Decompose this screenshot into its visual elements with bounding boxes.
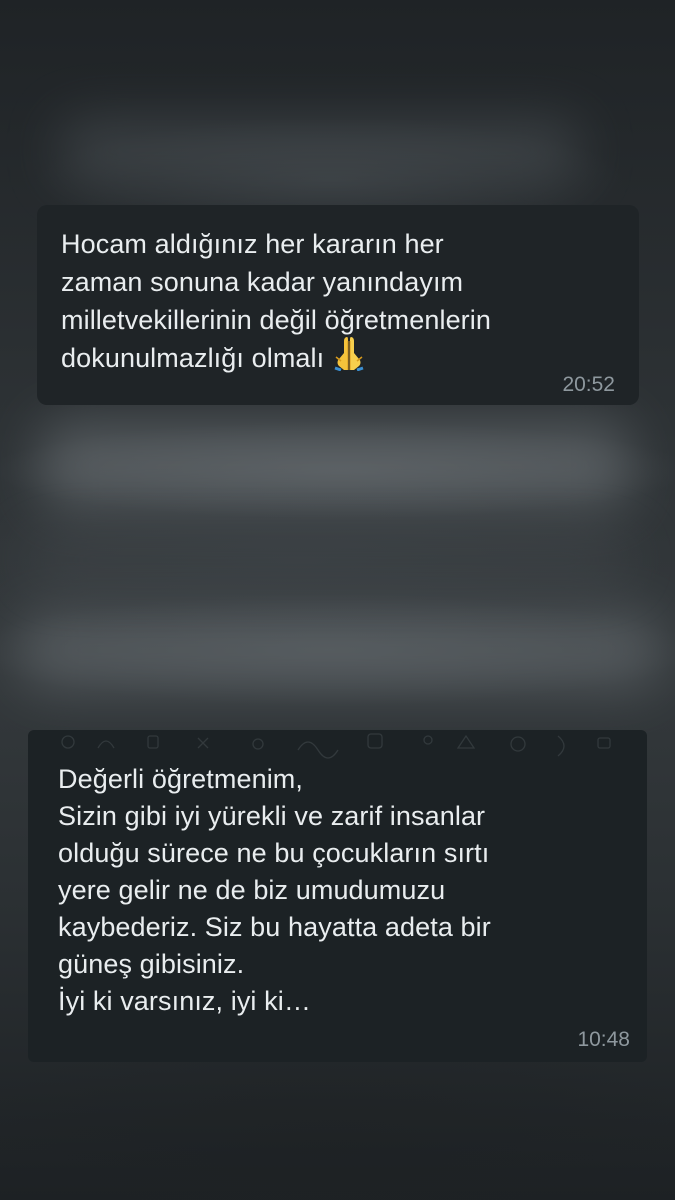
message-bubble[interactable]: Hocam aldığınız her kararın her zaman so… xyxy=(37,205,639,405)
folded-hands-icon xyxy=(332,333,366,381)
message-text: Değerli öğretmenim, Sizin gibi iyi yürek… xyxy=(58,764,491,1016)
blurred-message-shape xyxy=(60,120,580,180)
message-text: Hocam aldığınız her kararın her zaman so… xyxy=(61,225,615,381)
blurred-message-shape xyxy=(20,610,660,690)
message-timestamp: 10:48 xyxy=(577,1028,630,1051)
blurred-message-shape xyxy=(30,540,630,580)
blurred-message-shape xyxy=(40,420,630,510)
message-bubble[interactable]: Değerli öğretmenim, Sizin gibi iyi yürek… xyxy=(28,730,647,1062)
chat-wallpaper-pattern xyxy=(61,733,611,759)
message-timestamp: 20:52 xyxy=(562,373,615,396)
